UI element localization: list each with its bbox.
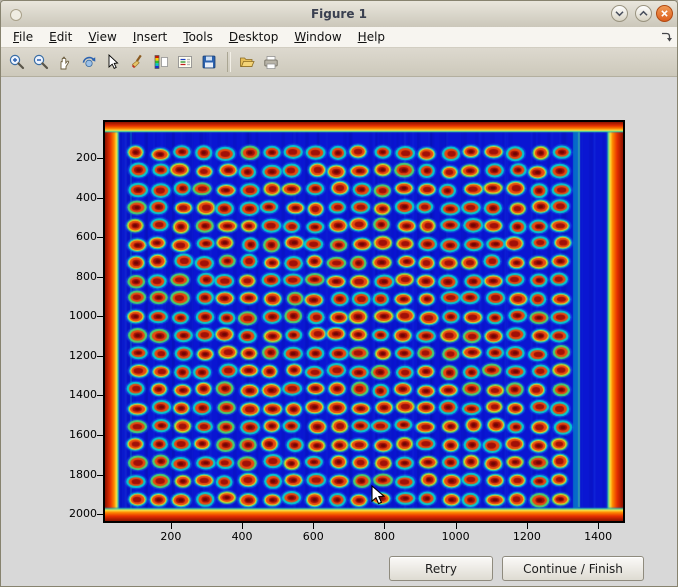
data-cursor-icon: [104, 53, 122, 71]
pan-icon: [56, 53, 74, 71]
x-tick-label: 1200: [505, 530, 549, 544]
save-icon: [200, 53, 218, 71]
title-bar: Figure 1: [1, 1, 677, 28]
rotate-3d-icon: [80, 53, 98, 71]
toolbar-save-button[interactable]: [198, 51, 220, 73]
toolbar-rotate-3d-button[interactable]: [78, 51, 100, 73]
zoom-in-icon: [8, 53, 26, 71]
close-icon: [657, 6, 672, 21]
x-tick-label: 1400: [576, 530, 620, 544]
print-icon: [262, 53, 280, 71]
y-tick-label: 800: [53, 270, 97, 284]
toolbar-pan-button[interactable]: [54, 51, 76, 73]
menu-bar: FileEditViewInsertToolsDesktopWindowHelp: [1, 27, 677, 48]
menu-item-file[interactable]: File: [5, 29, 41, 45]
zoom-out-icon: [32, 53, 50, 71]
toolbar-open-button[interactable]: [236, 51, 258, 73]
x-tick-label: 1000: [434, 530, 478, 544]
x-tick-label: 600: [291, 530, 335, 544]
menu-item-help[interactable]: Help: [350, 29, 393, 45]
menu-item-desktop[interactable]: Desktop: [221, 29, 287, 45]
y-tick-label: 2000: [53, 507, 97, 521]
plot-canvas[interactable]: [103, 120, 625, 523]
toolbar-zoom-in-button[interactable]: [6, 51, 28, 73]
x-tick-label: 200: [149, 530, 193, 544]
y-tick-label: 1400: [53, 388, 97, 402]
retry-button[interactable]: Retry: [389, 556, 493, 581]
minimize-button[interactable]: [611, 5, 628, 22]
maximize-button[interactable]: [635, 5, 652, 22]
x-tick-label: 400: [220, 530, 264, 544]
x-tick-mark: [171, 523, 172, 529]
x-tick-mark: [242, 523, 243, 529]
toolbar-data-cursor-button[interactable]: [102, 51, 124, 73]
menu-item-tools[interactable]: Tools: [175, 29, 221, 45]
insert-legend-icon: [176, 53, 194, 71]
y-tick-label: 1200: [53, 349, 97, 363]
chevron-up-icon: [636, 6, 651, 21]
menu-item-insert[interactable]: Insert: [125, 29, 175, 45]
close-button[interactable]: [656, 5, 673, 22]
y-tick-label: 1600: [53, 428, 97, 442]
toolbar-separator: [227, 52, 231, 72]
y-tick-label: 200: [53, 151, 97, 165]
menu-item-view[interactable]: View: [80, 29, 124, 45]
x-tick-mark: [527, 523, 528, 529]
figure-window: Figure 1 FileEditViewInsertToolsDesktopW…: [0, 0, 678, 587]
toolbar-brush-button[interactable]: [126, 51, 148, 73]
toolbar-insert-legend-button[interactable]: [174, 51, 196, 73]
x-tick-mark: [313, 523, 314, 529]
toolbar: [1, 48, 677, 77]
y-tick-label: 400: [53, 191, 97, 205]
menu-item-edit[interactable]: Edit: [41, 29, 80, 45]
x-tick-mark: [456, 523, 457, 529]
continue-finish-button[interactable]: Continue / Finish: [502, 556, 644, 581]
menu-item-window[interactable]: Window: [286, 29, 349, 45]
toolbar-print-button[interactable]: [260, 51, 282, 73]
window-title: Figure 1: [1, 1, 677, 27]
y-tick-label: 600: [53, 230, 97, 244]
dock-arrow-icon[interactable]: [659, 30, 673, 44]
brush-icon: [128, 53, 146, 71]
chevron-down-icon: [612, 6, 627, 21]
insert-colorbar-icon: [152, 53, 170, 71]
toolbar-zoom-out-button[interactable]: [30, 51, 52, 73]
figure-client-area: 200 400 600 800 1000 1200 1400 1600 1800 2000 200 4…: [1, 77, 677, 587]
menu-items: FileEditViewInsertToolsDesktopWindowHelp: [1, 27, 677, 47]
y-tick-label: 1000: [53, 309, 97, 323]
x-tick-mark: [384, 523, 385, 529]
x-tick-mark: [598, 523, 599, 529]
open-icon: [238, 53, 256, 71]
toolbar-insert-colorbar-button[interactable]: [150, 51, 172, 73]
y-tick-label: 1800: [53, 468, 97, 482]
x-tick-label: 800: [362, 530, 406, 544]
